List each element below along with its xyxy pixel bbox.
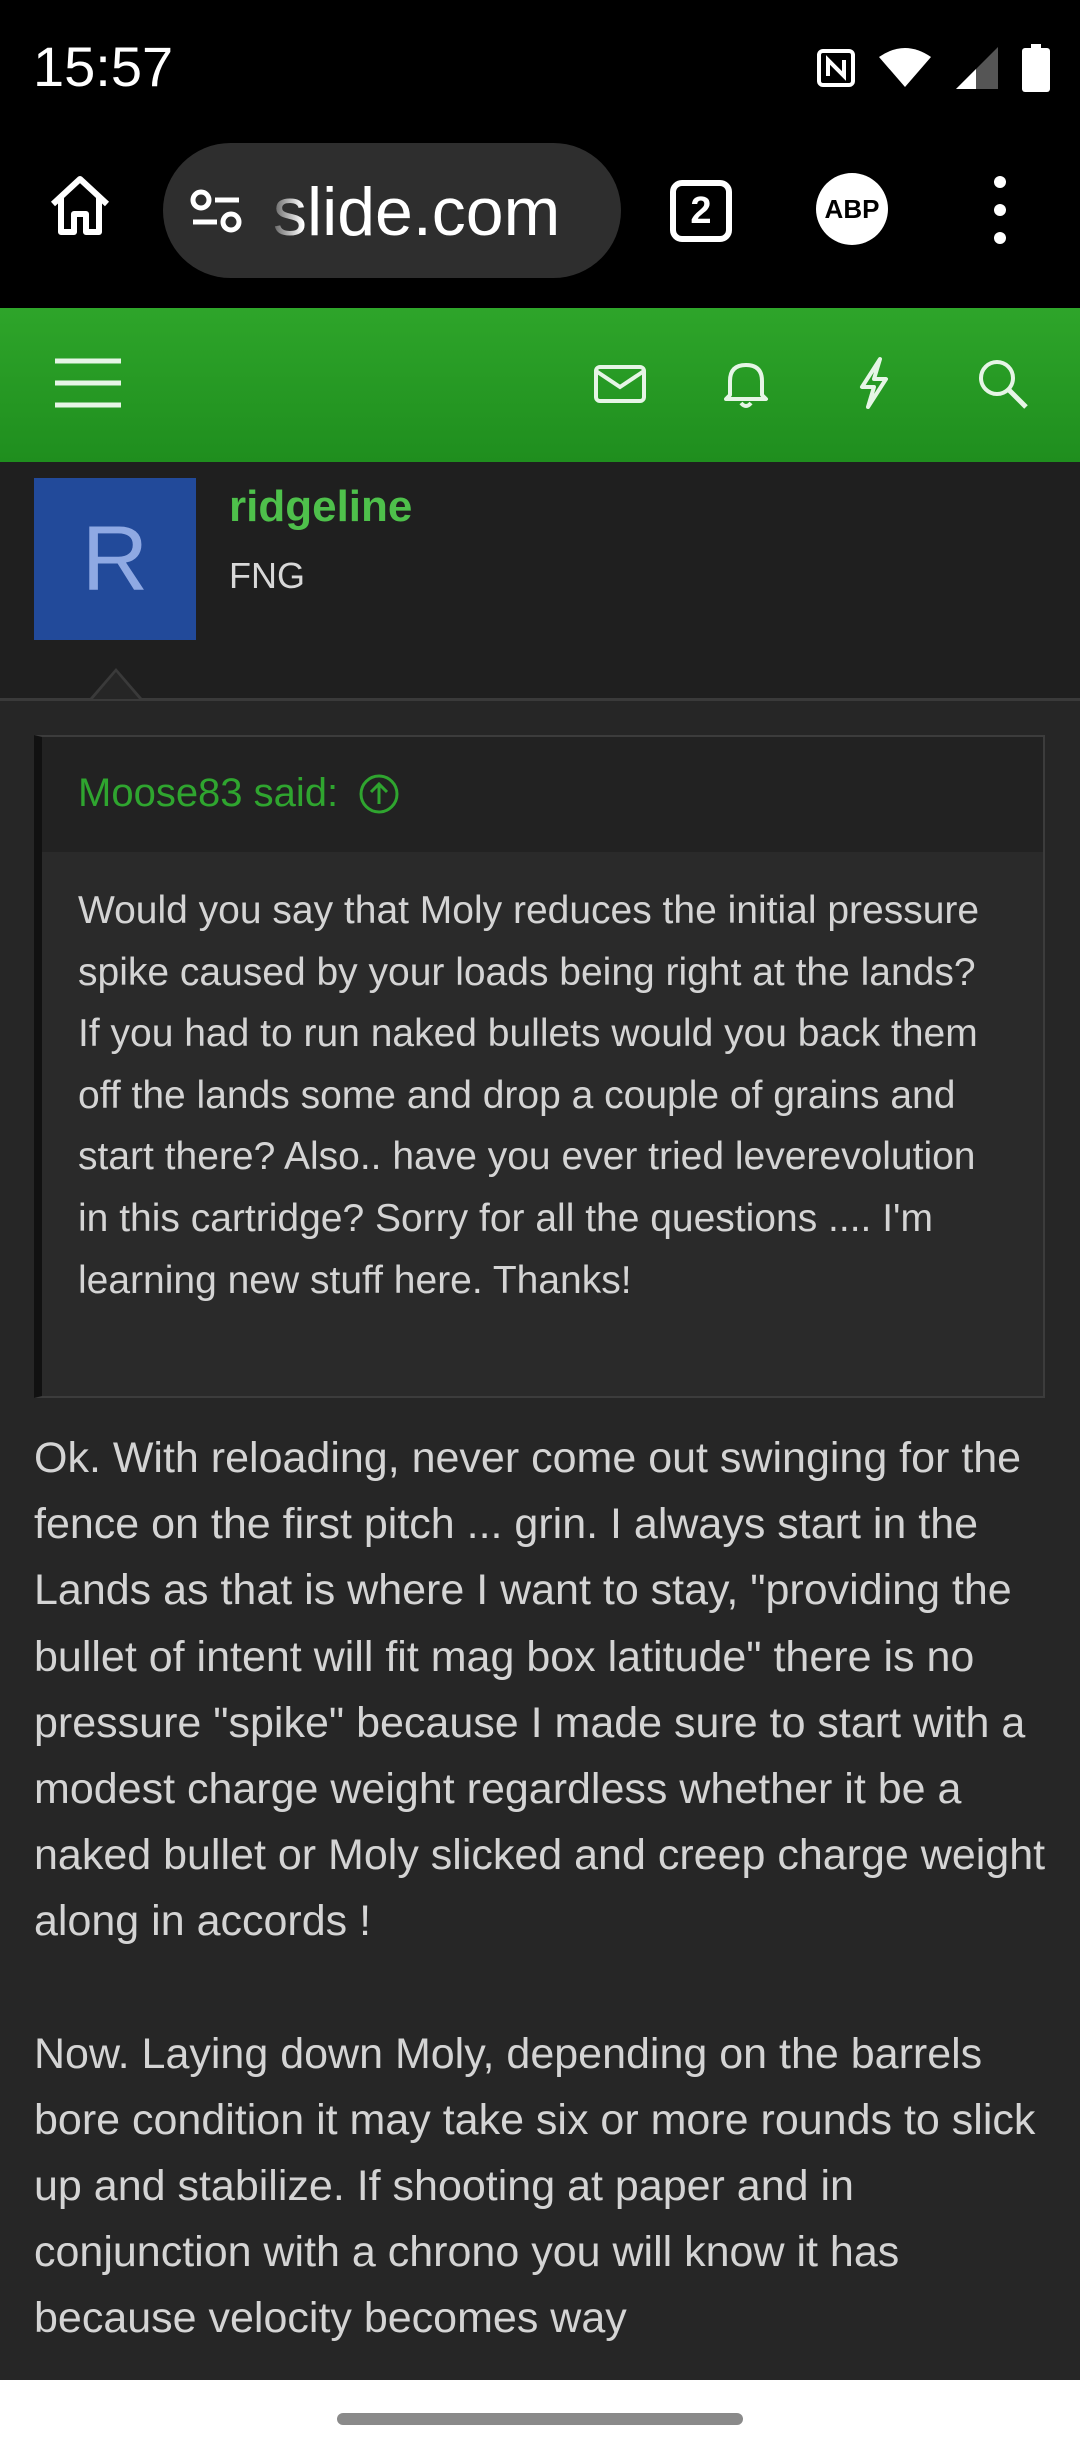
post-paragraph: Now. Laying down Moly, depending on the … — [34, 2029, 1036, 2343]
quote-author[interactable]: Moose83 said: — [78, 771, 338, 816]
browser-toolbar: slide.com 2 ABP — [0, 140, 1080, 308]
arrow-up-circle-icon[interactable] — [358, 773, 400, 815]
user-title: FNG — [229, 555, 305, 596]
quote-text: Would you say that Moly reduces the init… — [78, 889, 980, 1302]
hamburger-icon[interactable] — [55, 353, 121, 413]
quote-header: Moose83 said: — [42, 737, 1043, 852]
lightning-icon[interactable] — [844, 353, 904, 413]
message-pointer-inner — [93, 672, 139, 699]
bell-icon[interactable] — [716, 353, 776, 413]
adblock-button[interactable]: ABP — [816, 173, 888, 245]
status-bar: 15:57 — [0, 0, 1080, 140]
more-vert-icon[interactable] — [980, 170, 1020, 250]
post-paragraph: Ok. With reloading, never come out swing… — [34, 1434, 1046, 1946]
post-author-block: R ridgeline FNG — [0, 462, 1080, 701]
avatar[interactable]: R — [34, 478, 196, 640]
home-icon[interactable] — [45, 170, 115, 240]
status-icons — [816, 40, 1050, 96]
post-body: Ok. With reloading, never come out swing… — [34, 1425, 1059, 2352]
tabs-button[interactable]: 2 — [670, 180, 732, 242]
signal-icon — [956, 47, 998, 89]
username-link[interactable]: ridgeline — [229, 482, 412, 532]
site-header — [0, 308, 1080, 462]
quote-block: Moose83 said: Would you say that Moly re… — [34, 735, 1045, 1398]
status-time: 15:57 — [33, 35, 174, 98]
nfc-icon — [817, 49, 855, 87]
battery-icon — [1022, 44, 1050, 92]
site-settings-icon[interactable] — [189, 187, 243, 235]
url-bar[interactable]: slide.com — [163, 143, 621, 278]
mail-icon[interactable] — [590, 353, 650, 413]
wifi-icon — [879, 48, 931, 87]
quote-author-link[interactable]: Moose83 said: — [78, 771, 400, 816]
gesture-nav-bar — [0, 2380, 1080, 2460]
search-icon[interactable] — [972, 353, 1032, 413]
url-fade — [263, 143, 303, 278]
home-gesture-handle[interactable] — [337, 2413, 743, 2425]
url-text[interactable]: slide.com — [273, 173, 560, 251]
